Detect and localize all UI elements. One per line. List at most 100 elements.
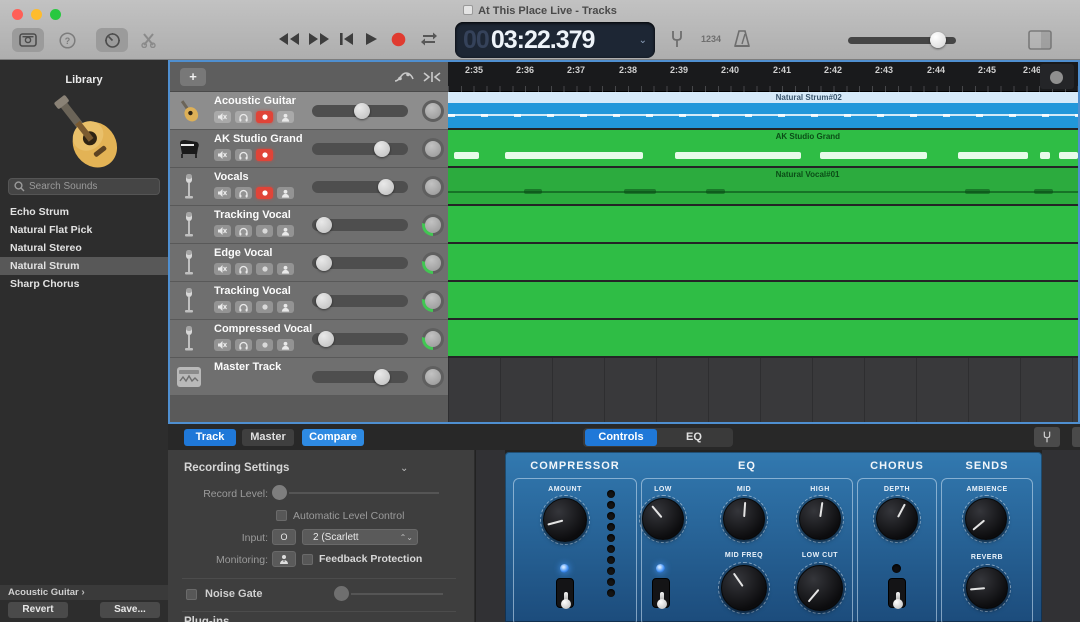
go-to-beginning-button[interactable] (339, 32, 354, 46)
smart-controls-button[interactable] (96, 28, 128, 52)
forward-button[interactable] (308, 32, 330, 46)
track-name[interactable]: AK Studio Grand (214, 133, 303, 145)
mute-button[interactable] (214, 149, 231, 161)
compressor-amount-knob[interactable] (543, 498, 587, 542)
solo-button[interactable] (235, 263, 252, 275)
library-item-selected[interactable]: Natural Strum (0, 257, 168, 275)
add-track-button[interactable]: + (180, 68, 206, 86)
feedback-protection-checkbox[interactable] (302, 554, 313, 565)
track-volume-slider[interactable] (312, 371, 408, 383)
track-volume-slider[interactable] (312, 333, 408, 345)
library-item[interactable]: Natural Flat Pick (0, 221, 168, 239)
audio-region-natural-strum[interactable]: Natural Strum#02 (448, 92, 1078, 103)
quick-help-button[interactable]: ? (56, 28, 78, 52)
tab-eq[interactable]: EQ (659, 429, 729, 446)
solo-button[interactable] (235, 187, 252, 199)
pan-knob[interactable] (422, 252, 444, 274)
volume-thumb[interactable] (316, 255, 332, 271)
search-input[interactable] (29, 181, 149, 192)
track-volume-slider[interactable] (312, 181, 408, 193)
audio-region-waveform[interactable] (448, 103, 1078, 128)
library-toggle-button[interactable] (12, 28, 44, 52)
track-name[interactable]: Tracking Vocal (214, 209, 291, 221)
master-tuner-button[interactable] (1034, 427, 1060, 447)
zoom-slider-thumb[interactable] (1050, 71, 1063, 84)
lcd-display[interactable]: 00 03:22.379 ⌄ (455, 22, 655, 58)
pan-knob[interactable] (422, 176, 444, 198)
volume-thumb[interactable] (318, 331, 334, 347)
mute-button[interactable] (214, 225, 231, 237)
lcd-mode-chevron-icon[interactable]: ⌄ (639, 35, 647, 46)
eq-mid-knob[interactable] (723, 498, 765, 540)
track-name[interactable]: Acoustic Guitar (214, 95, 296, 107)
pan-knob[interactable] (422, 214, 444, 236)
solo-button[interactable] (235, 225, 252, 237)
play-button[interactable] (365, 32, 378, 46)
patch-breadcrumb[interactable]: Acoustic Guitar › (0, 585, 168, 600)
input-monitoring-button[interactable] (277, 339, 294, 351)
note-pad-button[interactable] (1028, 30, 1052, 50)
input-monitoring-button[interactable] (277, 301, 294, 313)
record-enable-button[interactable] (256, 339, 273, 351)
record-button[interactable] (391, 32, 406, 47)
record-enable-button[interactable] (256, 187, 273, 199)
eq-high-knob[interactable] (799, 498, 841, 540)
volume-thumb[interactable] (378, 179, 394, 195)
pan-knob[interactable] (422, 138, 444, 160)
chorus-depth-knob[interactable] (876, 498, 918, 540)
track-volume-slider[interactable] (312, 219, 408, 231)
time-ruler[interactable]: 2:35 2:36 2:37 2:38 2:39 2:40 2:41 2:42 … (448, 62, 1078, 92)
search-field[interactable] (8, 178, 160, 195)
cycle-button[interactable] (419, 31, 439, 47)
track-row[interactable]: Vocals (170, 168, 448, 206)
timeline-zoom-slider[interactable] (1040, 64, 1074, 89)
library-item[interactable]: Sharp Chorus (0, 275, 168, 293)
pan-knob[interactable] (422, 366, 444, 388)
track-row[interactable]: Compressed Vocal (170, 320, 448, 358)
input-monitoring-button[interactable] (277, 225, 294, 237)
master-volume-thumb[interactable] (930, 32, 946, 48)
input-select[interactable]: 2 (Scarlett ⌃⌄ (302, 529, 418, 545)
eq-mid-freq-knob[interactable] (721, 565, 767, 611)
sends-ambience-knob[interactable] (965, 498, 1007, 540)
track-row[interactable]: Acoustic Guitar (170, 92, 448, 130)
input-monitoring-button[interactable] (277, 263, 294, 275)
mute-button[interactable] (214, 339, 231, 351)
solo-button[interactable] (235, 149, 252, 161)
eq-low-cut-knob[interactable] (797, 565, 843, 611)
compressor-toggle-switch[interactable] (556, 578, 574, 608)
track-name[interactable]: Master Track (214, 361, 281, 373)
mute-button[interactable] (214, 187, 231, 199)
track-name[interactable]: Tracking Vocal (214, 285, 291, 297)
master-track-row[interactable]: Master Track (170, 358, 448, 396)
solo-button[interactable] (235, 111, 252, 123)
track-volume-slider[interactable] (312, 295, 408, 307)
plugins-header[interactable]: Plug-ins (184, 616, 229, 622)
chevron-down-icon[interactable]: ⌄ (400, 617, 408, 622)
record-enable-button[interactable] (256, 263, 273, 275)
input-monitoring-button[interactable] (277, 187, 294, 199)
auto-level-checkbox[interactable] (276, 510, 287, 521)
metronome-button[interactable] (733, 29, 751, 49)
track-name[interactable]: Edge Vocal (214, 247, 272, 259)
record-level-slider-thumb[interactable] (272, 485, 287, 500)
record-enable-button[interactable] (256, 149, 273, 161)
volume-thumb[interactable] (374, 141, 390, 157)
volume-thumb[interactable] (374, 369, 390, 385)
input-monitoring-button[interactable] (277, 111, 294, 123)
pan-knob[interactable] (422, 290, 444, 312)
chorus-toggle-switch[interactable] (888, 578, 906, 608)
sends-reverb-knob[interactable] (966, 567, 1008, 609)
tab-compare[interactable]: Compare (302, 429, 364, 446)
tuner-button[interactable] (668, 29, 686, 49)
tab-controls[interactable]: Controls (585, 429, 657, 446)
solo-button[interactable] (235, 339, 252, 351)
track-row[interactable]: Tracking Vocal (170, 282, 448, 320)
revert-button[interactable]: Revert (8, 602, 68, 618)
input-format-button[interactable]: O (272, 529, 296, 545)
library-item[interactable]: Echo Strum (0, 203, 168, 221)
noise-gate-checkbox[interactable] (186, 589, 197, 600)
mute-button[interactable] (214, 263, 231, 275)
pan-knob[interactable] (422, 100, 444, 122)
rewind-button[interactable] (278, 32, 300, 46)
